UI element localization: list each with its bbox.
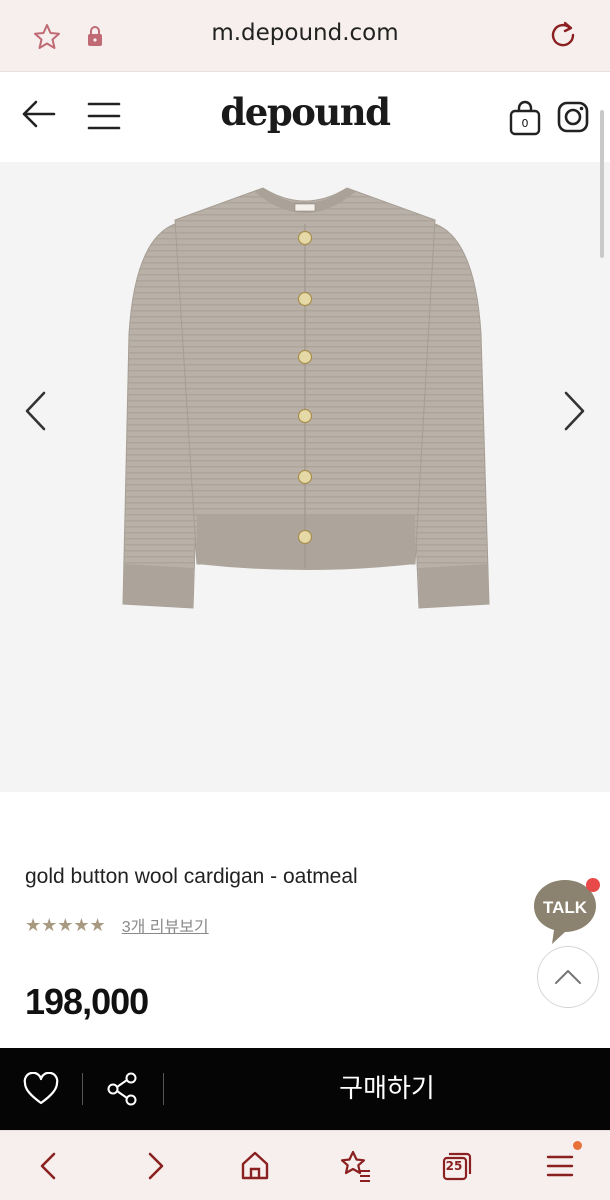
buy-button[interactable]: 구매하기 — [164, 1048, 610, 1130]
browser-back-icon[interactable] — [33, 1149, 67, 1183]
cart-count: 0 — [521, 117, 529, 130]
product-image[interactable] — [115, 184, 495, 624]
instagram-icon[interactable] — [556, 100, 590, 134]
product-name: gold button wool cardigan - oatmeal — [25, 865, 358, 888]
notification-dot — [586, 878, 600, 892]
chevron-left-icon[interactable] — [22, 390, 48, 432]
reload-icon[interactable] — [548, 20, 578, 50]
browser-url-bar: m.depound.com — [0, 0, 610, 72]
chevron-right-icon[interactable] — [562, 390, 588, 432]
scroll-top-button[interactable] — [537, 946, 599, 1008]
purchase-bar: 구매하기 — [0, 1048, 610, 1130]
chevron-up-icon — [555, 970, 581, 984]
product-gallery[interactable] — [0, 162, 610, 792]
rating-stars: ★★★★★ — [25, 914, 106, 936]
product-rating: ★★★★★ 3개 리뷰보기 — [25, 913, 209, 937]
product-price: 198,000 — [25, 981, 149, 1022]
tab-count: 25 — [445, 1159, 463, 1173]
talk-label: TALK — [543, 898, 588, 917]
site-header: depound 0 — [0, 72, 610, 162]
scrollbar-thumb[interactable] — [600, 110, 604, 258]
browser-forward-icon[interactable] — [137, 1149, 171, 1183]
bookmarks-icon[interactable] — [338, 1149, 372, 1183]
review-link[interactable]: 3개 리뷰보기 — [122, 913, 209, 937]
home-icon[interactable] — [238, 1149, 272, 1183]
menu-notification-dot — [573, 1141, 582, 1150]
heart-icon[interactable] — [22, 1072, 60, 1106]
share-icon[interactable] — [104, 1070, 140, 1108]
browser-bottom-nav: 25 — [0, 1130, 610, 1200]
browser-menu-icon[interactable] — [543, 1149, 577, 1183]
divider — [82, 1073, 83, 1105]
url-text[interactable]: m.depound.com — [0, 20, 610, 46]
